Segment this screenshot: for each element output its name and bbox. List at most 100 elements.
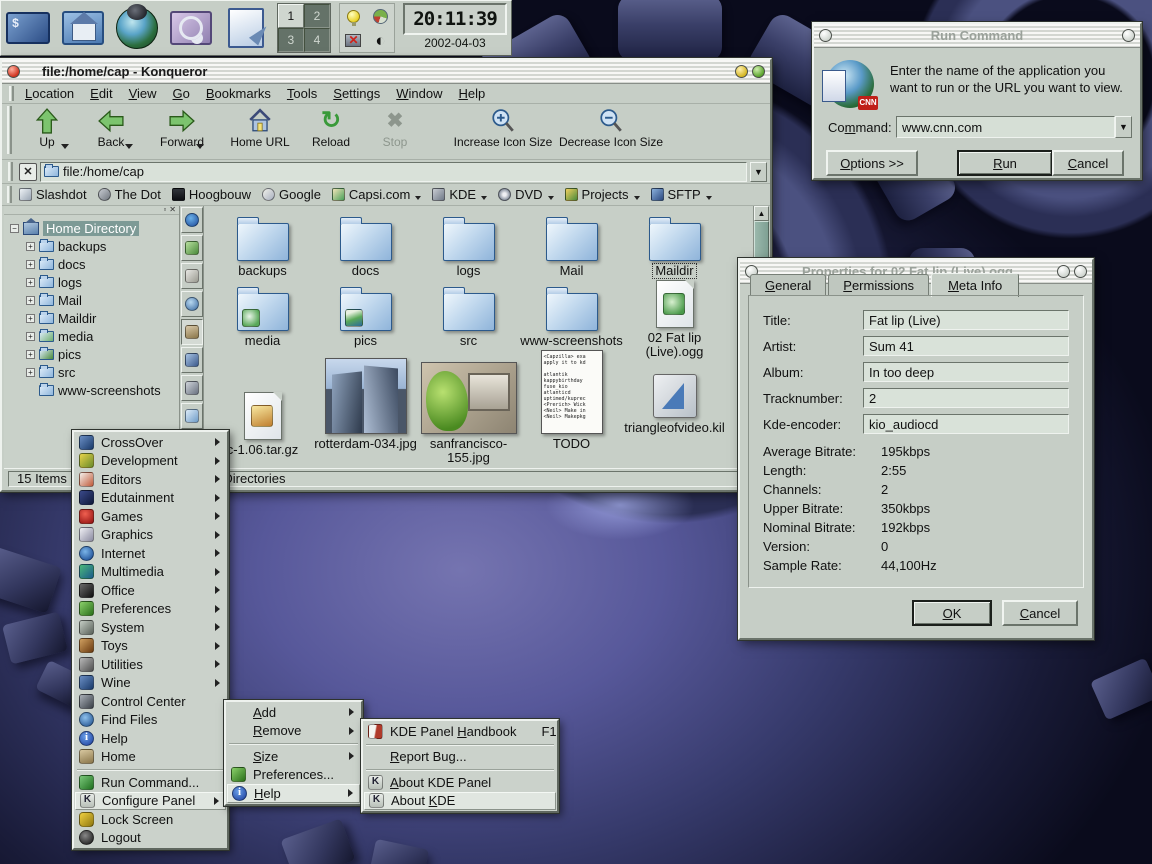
suse-tray-icon[interactable] <box>367 4 394 28</box>
kmenu-development[interactable]: Development <box>75 452 226 471</box>
menu-settings[interactable]: Settings <box>325 85 388 102</box>
expand-expander[interactable]: + <box>26 368 35 377</box>
sidebar-tab-history[interactable] <box>181 263 203 289</box>
title-input[interactable]: Fat lip (Live) <box>863 310 1069 330</box>
file-docs[interactable]: docs <box>314 216 417 278</box>
help-about-kde[interactable]: About KDE <box>364 792 556 811</box>
tab-permissions[interactable]: Permissions <box>828 274 929 296</box>
location-input[interactable]: file:/home/cap <box>40 162 747 182</box>
window-menu-button[interactable] <box>819 29 832 42</box>
cancel-button[interactable]: Cancel <box>1052 150 1124 176</box>
sidebar-tab-bookmarks[interactable] <box>181 207 203 233</box>
bookmark-capsi[interactable]: Capsi.com <box>328 186 428 203</box>
up-dropdown-arrow[interactable] <box>61 144 69 149</box>
bookmark-slashdot[interactable]: Slashdot <box>15 186 94 203</box>
panel-add[interactable]: Add <box>227 703 360 722</box>
run-button[interactable]: Run <box>957 150 1053 176</box>
up-button[interactable]: Up <box>15 106 79 158</box>
file-todo[interactable]: <Capzilla> exa apply it to kd atlantik k… <box>520 350 623 451</box>
panel-help[interactable]: Help <box>227 784 360 803</box>
pager-desktop-2[interactable]: 2 <box>304 4 330 28</box>
sidebar-tab-devices[interactable] <box>181 235 203 261</box>
close-button[interactable] <box>752 65 765 78</box>
close-button[interactable] <box>1074 265 1087 278</box>
pager-desktop-4[interactable]: 4 <box>304 28 330 52</box>
kmenu-utilities[interactable]: Utilities <box>75 655 226 674</box>
bookmark-the-dot[interactable]: The Dot <box>94 186 168 203</box>
cancel-button[interactable]: Cancel <box>1002 600 1078 626</box>
notes-launcher-icon[interactable] <box>222 4 268 52</box>
menu-bookmarks[interactable]: Bookmarks <box>198 85 279 102</box>
tree-item-backups[interactable]: +backups <box>4 237 179 255</box>
expand-expander[interactable]: + <box>26 296 35 305</box>
tab-meta-info[interactable]: Meta Info <box>931 273 1019 297</box>
sidebar-tab-network-search[interactable] <box>181 291 203 317</box>
file-kil[interactable]: triangleofvideo.kil <box>623 374 726 435</box>
kde-encoder-input[interactable]: kio_audiocd <box>863 414 1069 434</box>
kmenu-crossover[interactable]: CrossOver <box>75 433 226 452</box>
help-about-kde-panel[interactable]: About KDE Panel <box>364 773 556 792</box>
kmenu-games[interactable]: Games <box>75 507 226 526</box>
sidebar-dock-handle[interactable]: ▫✕ <box>4 206 179 215</box>
forward-dropdown-arrow[interactable] <box>196 144 204 149</box>
file-www-screenshots[interactable]: www-screenshots <box>520 286 623 348</box>
menu-window[interactable]: Window <box>388 85 450 102</box>
menu-view[interactable]: View <box>121 85 165 102</box>
back-dropdown-arrow[interactable] <box>125 144 133 149</box>
artist-input[interactable]: Sum 41 <box>863 336 1069 356</box>
kmenu-preferences[interactable]: Preferences <box>75 600 226 619</box>
home-url-button[interactable]: Home URL <box>221 106 299 158</box>
konqueror-titlebar[interactable]: file:/home/cap - Konqueror <box>2 60 770 84</box>
kmenu-find-files[interactable]: Find Files <box>75 711 226 730</box>
expand-expander[interactable]: + <box>26 278 35 287</box>
forward-button[interactable]: Forward <box>143 106 221 158</box>
file-mail[interactable]: Mail <box>520 216 623 278</box>
toolbar-handle[interactable] <box>7 186 12 203</box>
bookmark-sftp[interactable]: SFTP <box>647 186 719 203</box>
bookmark-kde[interactable]: KDE <box>428 186 494 203</box>
pager-desktop-3[interactable]: 3 <box>278 28 304 52</box>
decrease-icon-size-button[interactable]: Decrease Icon Size <box>557 106 665 158</box>
tree-item-www-screenshots[interactable]: www-screenshots <box>4 381 179 399</box>
ok-button[interactable]: OK <box>912 600 992 626</box>
kmenu-control-center[interactable]: Control Center <box>75 692 226 711</box>
tree-item-media[interactable]: +media <box>4 327 179 345</box>
file-ogg[interactable]: 02 Fat lip (Live).ogg <box>623 280 726 359</box>
expand-expander[interactable]: + <box>26 314 35 323</box>
kmenu-multimedia[interactable]: Multimedia <box>75 563 226 582</box>
maximize-button[interactable] <box>735 65 748 78</box>
options-button[interactable]: Options >> <box>826 150 918 176</box>
network-disconnected-tray-icon[interactable] <box>340 28 367 52</box>
kmenu-office[interactable]: Office <box>75 581 226 600</box>
home-folder-launcher-icon[interactable] <box>59 4 105 52</box>
expand-expander[interactable]: + <box>26 332 35 341</box>
find-files-launcher-icon[interactable] <box>168 4 214 52</box>
kmenu-logout[interactable]: Logout <box>75 829 226 848</box>
kmenu-home[interactable]: Home <box>75 748 226 767</box>
file-backups[interactable]: backups <box>211 216 314 278</box>
terminal-launcher-icon[interactable] <box>5 4 51 52</box>
menu-help[interactable]: Help <box>451 85 494 102</box>
kmenu-run-command[interactable]: Run Command... <box>75 773 226 792</box>
maximize-button[interactable] <box>1057 265 1070 278</box>
toolbar-handle[interactable] <box>7 106 12 154</box>
file-rotterdam-jpg[interactable]: rotterdam-034.jpg <box>314 358 417 451</box>
album-input[interactable]: In too deep <box>863 362 1069 382</box>
tree-item-docs[interactable]: +docs <box>4 255 179 273</box>
menu-go[interactable]: Go <box>165 85 198 102</box>
kmenu-editors[interactable]: Editors <box>75 470 226 489</box>
klipper-tray-icon[interactable]: ◐ <box>367 28 394 52</box>
help-kde-panel-handbook[interactable]: KDE Panel HandbookF1 <box>364 722 556 741</box>
dock-float-icon[interactable]: ▫ <box>163 206 166 214</box>
sidebar-tab-services[interactable] <box>181 403 203 429</box>
bookmark-google[interactable]: Google <box>258 186 328 203</box>
kmenu-edutainment[interactable]: Edutainment <box>75 489 226 508</box>
reload-button[interactable]: ↻ Reload <box>299 106 363 158</box>
collapse-expander[interactable]: − <box>10 224 19 233</box>
expand-expander[interactable]: + <box>26 260 35 269</box>
sidebar-tab-home[interactable] <box>181 319 203 345</box>
command-combobox[interactable]: www.cnn.com ▼ <box>896 116 1132 138</box>
tab-general[interactable]: General <box>750 274 826 296</box>
web-browser-launcher-icon[interactable] <box>114 4 160 52</box>
dock-close-icon[interactable]: ✕ <box>169 206 176 214</box>
